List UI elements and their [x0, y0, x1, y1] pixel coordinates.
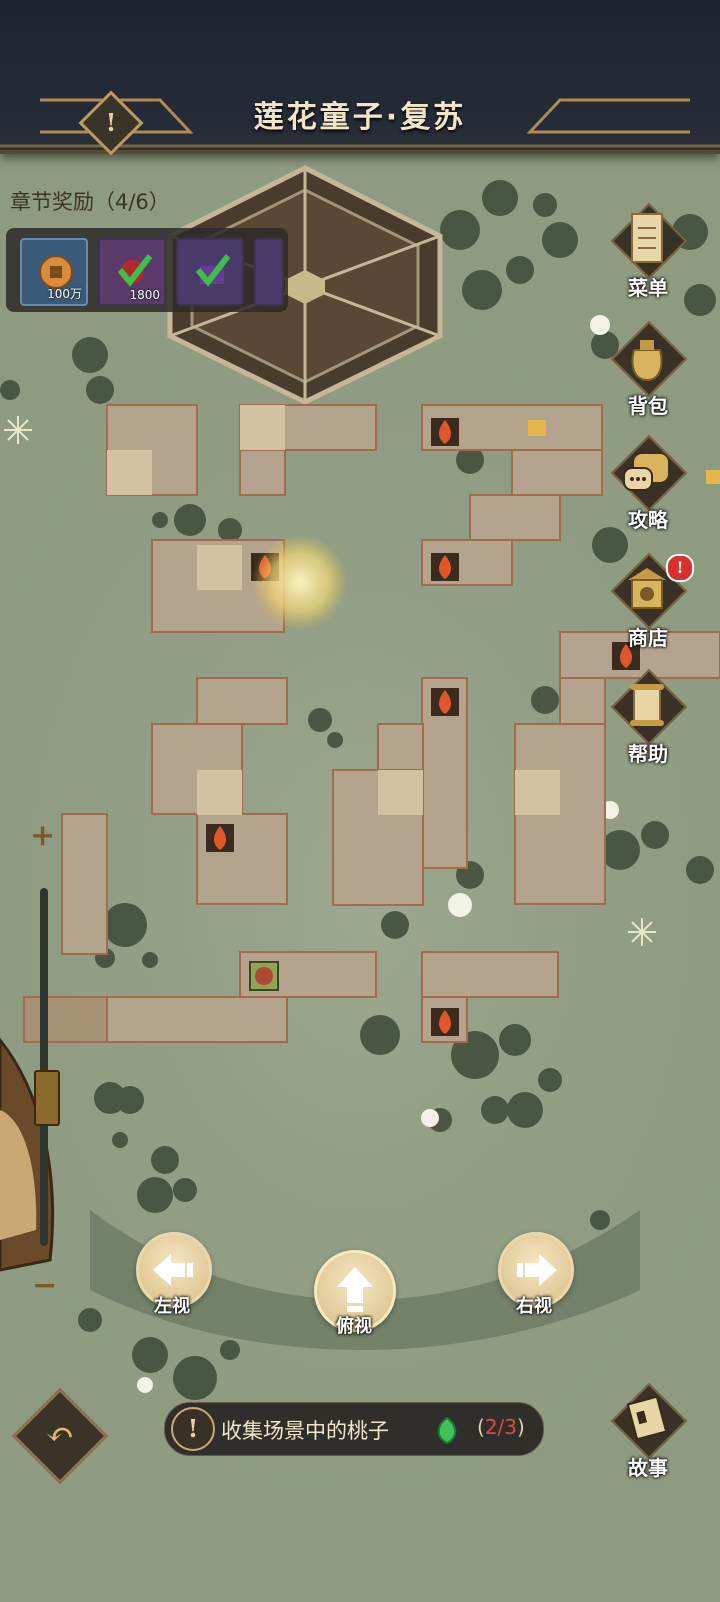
right-view-label: 右视 [516, 1296, 552, 1317]
reward-quantity: 100万 [47, 287, 82, 301]
level-title: 莲花童子·复苏 [253, 100, 467, 135]
story-book-icon [626, 1395, 668, 1441]
zoom-out-button[interactable]: − [32, 1268, 57, 1303]
scroll-menu-icon [631, 213, 663, 263]
shop-label: 商店 [628, 626, 668, 650]
left-view-label: 左视 [154, 1296, 190, 1317]
objective-progress: (2/3) [477, 1415, 525, 1439]
reward-quantity: 1800 [129, 288, 160, 302]
guide-label: 攻略 [628, 508, 668, 532]
reward-chest[interactable] [176, 238, 244, 306]
reward-gem[interactable]: 1800 [98, 238, 166, 306]
bag-button[interactable]: 背包 [606, 320, 688, 432]
back-arrow-icon: ↶ [45, 1415, 75, 1455]
help-label: 帮助 [628, 742, 668, 766]
purple-chest-icon [195, 254, 231, 287]
story-button[interactable]: 故事 [606, 1382, 688, 1494]
progress-open: ( [477, 1415, 485, 1439]
reward-coin[interactable]: 100万 [20, 238, 88, 306]
objective-bar: ! 收集场景中的桃子 (2/3) [164, 1402, 544, 1456]
top-view-label: 俯视 [336, 1316, 372, 1337]
chapter-rewards-panel: 100万 1800 [6, 228, 288, 312]
shop-button[interactable]: ! 商店 [606, 552, 694, 664]
story-label: 故事 [628, 1456, 668, 1480]
menu-button[interactable]: 菜单 [606, 202, 688, 314]
notification-badge: ! [666, 554, 694, 582]
bag-label: 背包 [628, 394, 668, 418]
player-character [249, 961, 279, 991]
zoom-slider-track[interactable] [40, 888, 48, 1246]
top-header: ! 莲花童子·复苏 [0, 0, 720, 156]
reward-more[interactable] [254, 238, 284, 306]
peach-icon [437, 1416, 457, 1445]
help-scroll-icon [630, 684, 664, 726]
help-button[interactable]: 帮助 [606, 668, 688, 780]
chat-bubble-icon [623, 454, 668, 491]
bag-icon [631, 340, 663, 382]
progress-count: 2/3 [484, 1415, 517, 1439]
guide-button[interactable]: 攻略 [606, 434, 688, 546]
progress-close: ) [517, 1415, 525, 1439]
copper-coin-icon [39, 255, 73, 289]
zoom-slider-handle[interactable] [34, 1070, 60, 1126]
zoom-in-button[interactable]: + [30, 818, 55, 853]
red-gem-icon [117, 254, 153, 287]
exclamation-icon: ! [171, 1407, 215, 1451]
objective-text: 收集场景中的桃子 [221, 1419, 389, 1443]
menu-label: 菜单 [628, 276, 668, 300]
glow-orb [252, 534, 348, 630]
chapter-rewards-title: 章节奖励（4/6） [10, 190, 170, 214]
